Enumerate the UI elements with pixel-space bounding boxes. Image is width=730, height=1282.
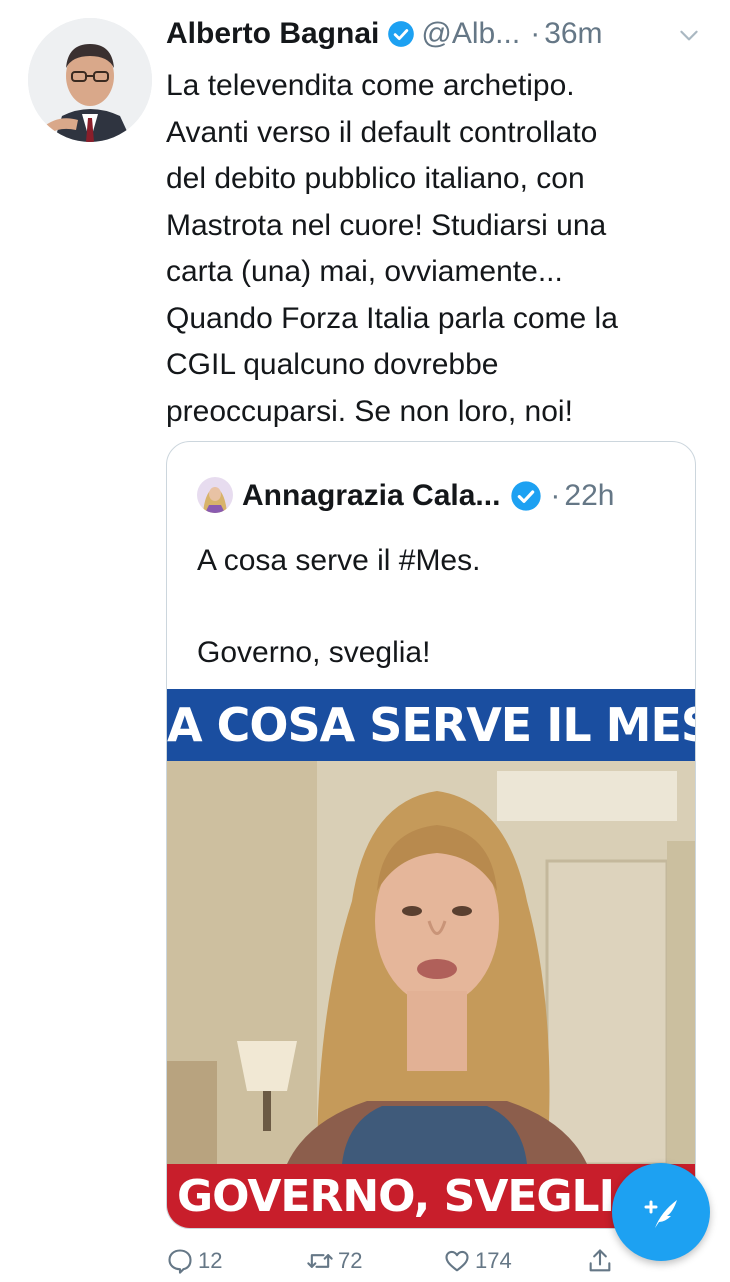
quoted-author-name[interactable]: Annagrazia Cala...	[242, 479, 500, 513]
author-avatar[interactable]	[28, 18, 152, 142]
header-separator: ·	[530, 17, 541, 50]
tweet-text-line: preoccuparsi. Se non loro, noi!	[166, 394, 573, 428]
quoted-tweet-text: A cosa serve il #Mes. Governo, sveglia!	[197, 544, 481, 669]
author-name[interactable]: Alberto Bagnai	[166, 17, 379, 51]
quoted-tweet-timestamp: 22h	[564, 479, 615, 512]
media-video-frame	[167, 761, 695, 1164]
quoted-tweet-card[interactable]: Annagrazia Cala... · 22h A cosa serve il…	[166, 441, 696, 1229]
tweet-text-line: CGIL qualcuno dovrebbe	[166, 348, 499, 381]
tweet-text-line: La televendita come archetipo.	[166, 69, 575, 102]
tweet-timestamp[interactable]: 36m	[544, 17, 602, 51]
quoted-avatar-photo	[197, 477, 233, 513]
retweet-button[interactable]: 72	[306, 1240, 362, 1282]
like-button[interactable]: 174	[443, 1240, 512, 1282]
reply-icon	[168, 1249, 192, 1274]
tweet-text-line: carta (una) mai, ovviamente...	[166, 255, 563, 288]
like-count: 174	[475, 1248, 512, 1273]
media-banner-top: A COSA SERVE IL MES	[167, 689, 695, 761]
share-button[interactable]	[586, 1240, 618, 1282]
compose-feather-icon	[644, 1200, 677, 1228]
reply-button[interactable]: 12	[166, 1240, 222, 1282]
tweet-header: Alberto Bagnai @Alb... · 36m	[166, 12, 603, 56]
heart-icon	[445, 1250, 469, 1272]
avatar-photo	[28, 18, 152, 142]
author-handle[interactable]: @Alb...	[421, 17, 520, 51]
verified-badge-icon	[388, 21, 415, 47]
verified-badge-icon	[511, 481, 542, 511]
reply-count: 12	[198, 1248, 223, 1273]
share-icon	[589, 1249, 611, 1272]
chevron-down-icon[interactable]	[676, 22, 702, 48]
tweet-text-line: Mastrota nel cuore! Studiarsi una	[166, 208, 607, 242]
quoted-tweet-header: Annagrazia Cala... · 22h	[242, 472, 614, 520]
quoted-tweet-media[interactable]: A COSA SERVE IL MES GOVERNO, SVEGLIA	[167, 689, 695, 1228]
tweet-text-line: del debito pubblico italiano, con	[166, 162, 585, 195]
compose-tweet-button[interactable]	[612, 1163, 710, 1261]
tweet-text: La televendita come archetipo. Avanti ve…	[166, 63, 706, 435]
quoted-author-avatar	[197, 477, 233, 513]
tweet-actions-bar: 12 72 174	[0, 1240, 730, 1282]
tweet-text-line: Quando Forza Italia parla come la	[166, 301, 618, 335]
retweet-icon	[307, 1254, 333, 1268]
tweet-text-line: Avanti verso il default controllato	[166, 115, 598, 149]
retweet-count: 72	[338, 1248, 363, 1273]
quoted-header-separator: ·	[550, 479, 561, 512]
